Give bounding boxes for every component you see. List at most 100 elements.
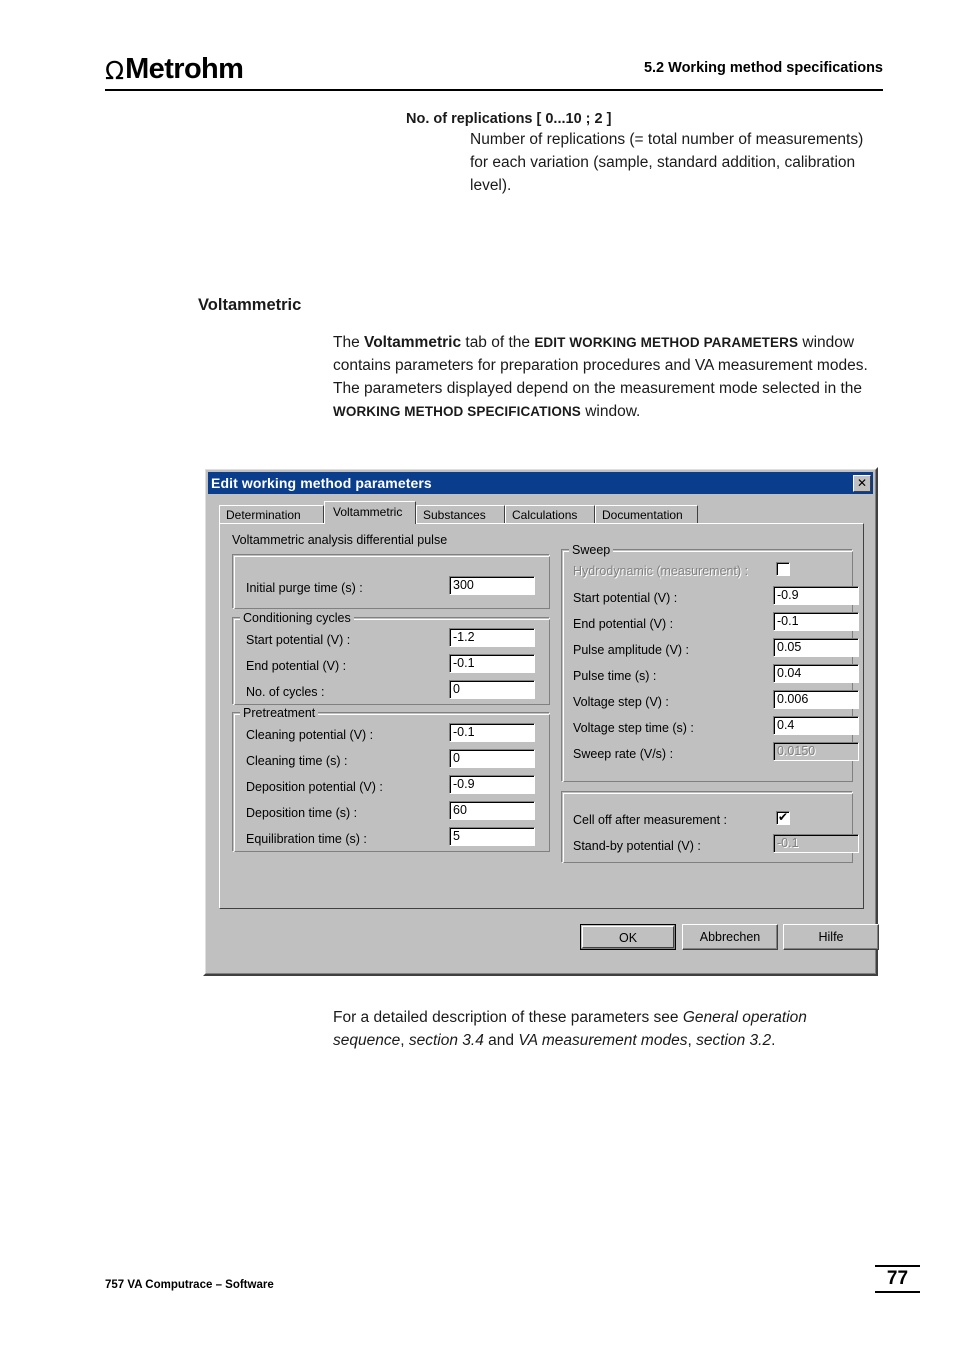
desc-bold-edit-params: EDIT WORKING METHOD PARAMETERS <box>534 335 799 350</box>
edit-working-method-parameters-dialog: Edit working method parameters ✕ Determi… <box>203 467 879 976</box>
standby-potential-label: Stand-by potential (V) : <box>573 838 701 853</box>
equilibration-time-row: Equilibration time (s) : <box>246 828 367 849</box>
sweep-rate-value: 0.0150 <box>773 742 859 761</box>
deposition-potential-label: Deposition potential (V) : <box>246 779 383 794</box>
pulse-amplitude-label: Pulse amplitude (V) : <box>573 642 690 657</box>
cleaning-potential-row: Cleaning potential (V) : <box>246 724 373 745</box>
tab-determination[interactable]: Determination <box>219 505 324 524</box>
sweep-title: Sweep <box>569 543 614 557</box>
running-head-title: 5.2 Working method specifications <box>643 60 883 76</box>
deposition-time-input[interactable]: 60 <box>449 801 535 820</box>
note-text-2: , <box>400 1032 409 1049</box>
close-icon[interactable]: ✕ <box>853 474 871 492</box>
cell-off-checkbox[interactable]: ✔ <box>776 811 790 825</box>
voltammetric-tab-page: Voltammetric analysis differential pulse… <box>219 523 864 909</box>
cond-end-potential-label: End potential (V) : <box>246 658 347 673</box>
omega-icon: Ω <box>105 56 125 85</box>
replications-description: Number of replications (= total number o… <box>470 131 864 194</box>
voltammetric-description: The Voltammetric tab of the EDIT WORKING… <box>333 331 879 423</box>
note-text-3: and <box>483 1032 519 1049</box>
voltage-step-time-input[interactable]: 0.4 <box>773 716 859 735</box>
page-number-rule-bottom <box>875 1291 920 1293</box>
deposition-potential-row: Deposition potential (V) : <box>246 776 383 797</box>
sweep-start-potential-row: Start potential (V) : <box>573 587 677 608</box>
desc-text-2: tab of the <box>461 334 535 351</box>
desc-text-1: The <box>333 334 365 351</box>
initial-purge-input[interactable]: 300 <box>449 576 535 595</box>
deposition-time-label: Deposition time (s) : <box>246 805 358 820</box>
note-italic-va-modes: VA measurement modes <box>518 1032 688 1049</box>
cond-no-of-cycles-row: No. of cycles : <box>246 681 325 702</box>
cond-start-potential-label: Start potential (V) : <box>246 632 351 647</box>
cleaning-time-input[interactable]: 0 <box>449 749 535 768</box>
standby-potential-value: -0.1 <box>773 834 859 853</box>
voltage-step-input[interactable]: 0.006 <box>773 690 859 709</box>
sweep-end-potential-label: End potential (V) : <box>573 616 674 631</box>
desc-text-4: window. <box>580 403 641 420</box>
cond-start-potential-input[interactable]: -1.2 <box>449 628 535 647</box>
cell-off-row: Cell off after measurement : <box>573 809 727 830</box>
voltage-step-time-label: Voltage step time (s) : <box>573 720 694 735</box>
page-number-block: 77 <box>875 1265 920 1293</box>
page-header: Ω Metrohm 5.2 Working method specificati… <box>105 48 883 93</box>
tab-calculations[interactable]: Calculations <box>505 505 595 524</box>
deposition-potential-input[interactable]: -0.9 <box>449 775 535 794</box>
pulse-amplitude-input[interactable]: 0.05 <box>773 638 859 657</box>
cell-off-label: Cell off after measurement : <box>573 812 728 827</box>
tab-substances[interactable]: Substances <box>416 505 505 524</box>
pulse-time-label: Pulse time (s) : <box>573 668 657 683</box>
dialog-titlebar[interactable]: Edit working method parameters ✕ <box>208 472 873 494</box>
sweep-end-potential-input[interactable]: -0.1 <box>773 612 859 631</box>
deposition-time-row: Deposition time (s) : <box>246 802 357 823</box>
note-text-4: , <box>687 1032 697 1049</box>
sweep-rate-row: Sweep rate (V/s) : <box>573 743 673 764</box>
standby-potential-row: Stand-by potential (V) : <box>573 835 701 856</box>
tab-documentation[interactable]: Documentation <box>595 505 698 524</box>
cleaning-time-label: Cleaning time (s) : <box>246 753 348 768</box>
hydrodynamic-row: Hydrodynamic (measurement) : <box>573 560 748 581</box>
dialog-title: Edit working method parameters <box>211 475 432 491</box>
cancel-button[interactable]: Abbrechen <box>682 924 778 950</box>
equilibration-time-input[interactable]: 5 <box>449 827 535 846</box>
page-number: 77 <box>886 1268 909 1289</box>
initial-purge-label: Initial purge time (s) : <box>246 580 363 595</box>
sweep-rate-label: Sweep rate (V/s) : <box>573 746 674 761</box>
conditioning-cycles-title: Conditioning cycles <box>240 611 354 625</box>
tab-bar: Determination Voltammetric Substances Ca… <box>219 501 864 524</box>
voltage-step-row: Voltage step (V) : <box>573 691 669 712</box>
desc-bold-voltammetric: Voltammetric <box>364 334 462 351</box>
note-italic-section-32: section 3.2 <box>696 1032 772 1049</box>
hydrodynamic-label: Hydrodynamic (measurement) : <box>573 563 749 578</box>
cond-no-of-cycles-input[interactable]: 0 <box>449 680 535 699</box>
metrohm-logo: Ω Metrohm <box>105 50 244 85</box>
cond-end-potential-input[interactable]: -0.1 <box>449 654 535 673</box>
pulse-time-input[interactable]: 0.04 <box>773 664 859 683</box>
equilibration-time-label: Equilibration time (s) : <box>246 831 367 846</box>
pulse-time-row: Pulse time (s) : <box>573 665 656 686</box>
help-button[interactable]: Hilfe <box>783 924 879 950</box>
note-text-5: . <box>771 1032 776 1049</box>
cond-no-of-cycles-label: No. of cycles : <box>246 684 325 699</box>
cleaning-potential-label: Cleaning potential (V) : <box>246 727 374 742</box>
voltage-step-label: Voltage step (V) : <box>573 694 669 709</box>
cond-start-potential-row: Start potential (V) : <box>246 629 350 650</box>
pulse-amplitude-row: Pulse amplitude (V) : <box>573 639 689 660</box>
hydrodynamic-checkbox[interactable] <box>776 562 790 576</box>
tab-voltammetric[interactable]: Voltammetric <box>324 501 416 524</box>
measurement-mode-label: Voltammetric analysis differential pulse <box>232 533 448 547</box>
header-divider <box>105 89 883 91</box>
reference-note: For a detailed description of these para… <box>333 1006 863 1052</box>
ok-button-face: OK <box>582 926 674 948</box>
cleaning-potential-input[interactable]: -0.1 <box>449 723 535 742</box>
sweep-start-potential-input[interactable]: -0.9 <box>773 586 859 605</box>
note-italic-section-34: section 3.4 <box>408 1032 484 1049</box>
note-text-1: For a detailed description of these para… <box>333 1009 683 1026</box>
brand-name: Metrohm <box>125 53 244 85</box>
page-title: Voltammetric <box>198 296 302 314</box>
voltage-step-time-row: Voltage step time (s) : <box>573 717 694 738</box>
sweep-end-potential-row: End potential (V) : <box>573 613 673 634</box>
cleaning-time-row: Cleaning time (s) : <box>246 750 347 771</box>
pretreatment-title: Pretreatment <box>240 706 319 720</box>
cond-end-potential-row: End potential (V) : <box>246 655 346 676</box>
ok-button[interactable]: OK <box>580 924 676 950</box>
